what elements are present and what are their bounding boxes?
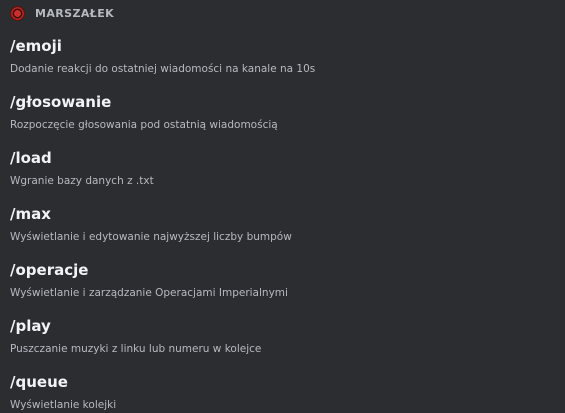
command-item-operacje[interactable]: /operacje Wyświetlanie i zarządzanie Ope… <box>10 261 550 300</box>
command-description: Wyświetlanie kolejki <box>10 399 117 411</box>
command-name: /play <box>10 317 51 335</box>
command-description: Rozpoczęcie głosowania pod ostatnią wiad… <box>10 119 278 131</box>
command-description: Wyświetlanie i edytowanie najwyższej lic… <box>10 231 292 243</box>
command-item-emoji[interactable]: /emoji Dodanie reakcji do ostatniej wiad… <box>10 37 550 76</box>
command-name: /operacje <box>10 261 89 279</box>
command-name: /głosowanie <box>10 93 112 111</box>
command-name: /emoji <box>10 37 62 55</box>
command-name: /load <box>10 149 52 167</box>
bot-name: MARSZAŁEK <box>35 6 115 20</box>
command-description: Wgranie bazy danych z .txt <box>10 175 154 187</box>
bot-header: MARSZAŁEK <box>10 4 114 22</box>
command-name: /queue <box>10 373 68 391</box>
command-item-glosowanie[interactable]: /głosowanie Rozpoczęcie głosowania pod o… <box>10 93 550 132</box>
command-item-max[interactable]: /max Wyświetlanie i edytowanie najwyższe… <box>10 205 550 244</box>
slash-command-list: MARSZAŁEK /emoji Dodanie reakcji do osta… <box>0 0 565 413</box>
command-description: Wyświetlanie i zarządzanie Operacjami Im… <box>10 287 288 299</box>
bot-avatar-icon <box>10 5 25 21</box>
command-name: /max <box>10 205 51 223</box>
command-description: Puszczanie muzyki z linku lub numeru w k… <box>10 343 262 355</box>
command-item-play[interactable]: /play Puszczanie muzyki z linku lub nume… <box>10 317 550 356</box>
command-item-queue[interactable]: /queue Wyświetlanie kolejki <box>10 373 550 412</box>
command-item-load[interactable]: /load Wgranie bazy danych z .txt <box>10 149 550 188</box>
command-description: Dodanie reakcji do ostatniej wiadomości … <box>10 63 316 75</box>
